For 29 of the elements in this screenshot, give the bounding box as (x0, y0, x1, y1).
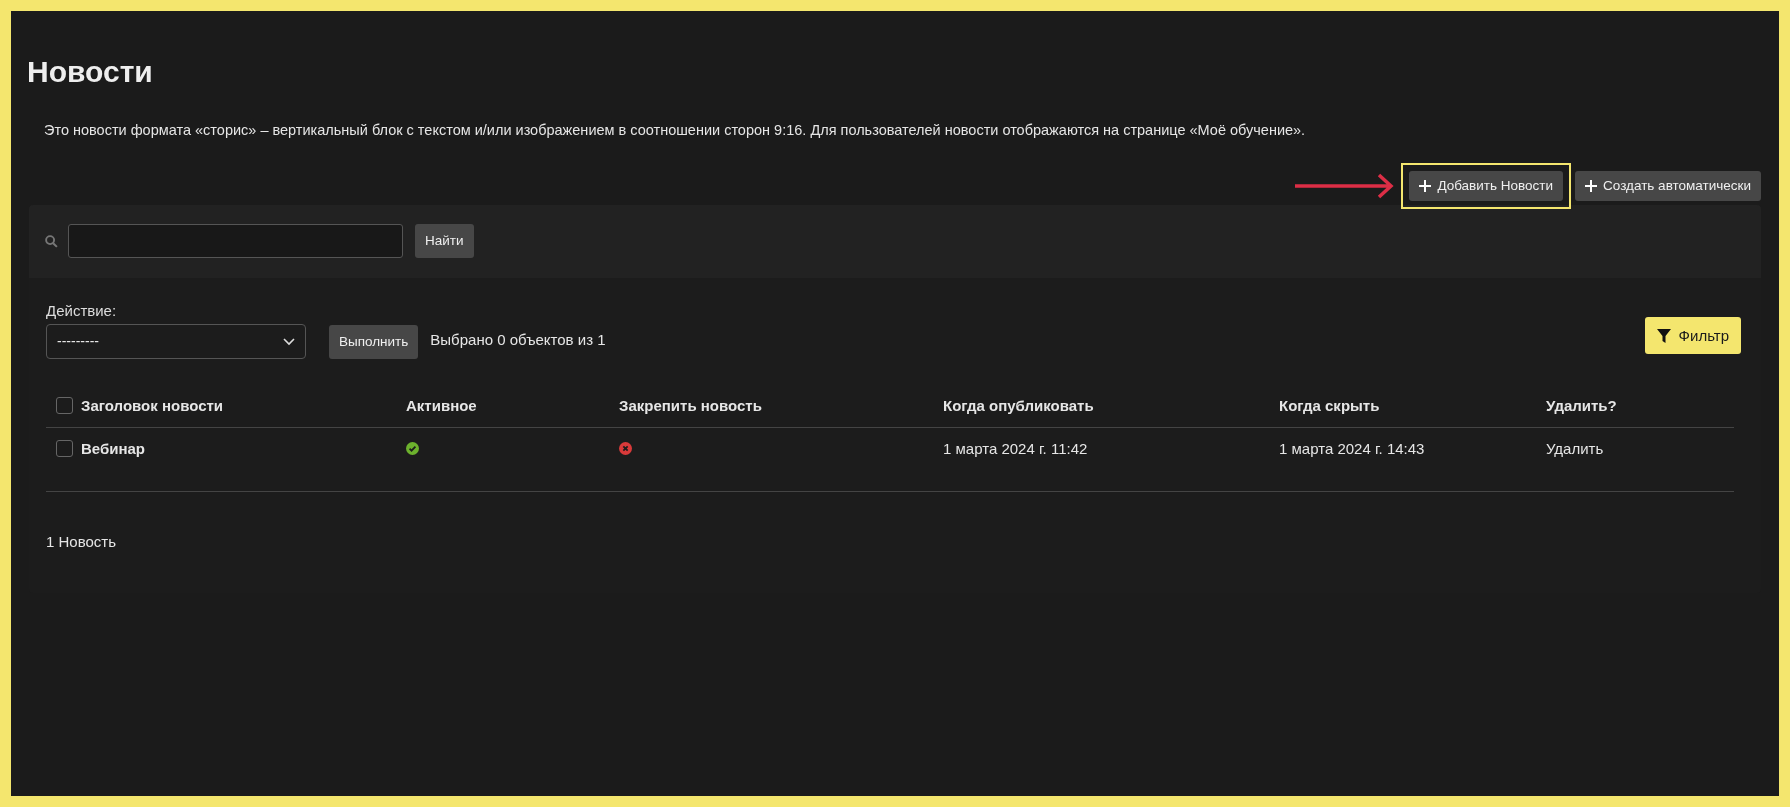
toolbar-button[interactable]: Создать автоматически (1575, 170, 1761, 201)
checkbox[interactable] (56, 397, 73, 415)
delete-link[interactable]: Удалить (1546, 439, 1604, 457)
table-cell: 1 марта 2024 г. 14:43 (1279, 439, 1425, 457)
column-header: Когда опубликовать (943, 396, 1094, 414)
plus-icon (1585, 179, 1598, 192)
item-count: 1 Новость (46, 532, 117, 553)
page-title: Новости (27, 57, 154, 87)
search-icon (45, 234, 58, 248)
search-button[interactable]: Найти (415, 224, 474, 259)
column-header: Удалить? (1546, 396, 1617, 414)
column-header: Заголовок новости (81, 396, 224, 414)
table-cell: 1 марта 2024 г. 11:42 (943, 439, 1088, 457)
run-button[interactable]: Выполнить (329, 325, 419, 360)
column-header: Активное (406, 396, 477, 414)
filter-button[interactable]: Фильтр (1644, 317, 1741, 355)
search-field[interactable] (68, 224, 403, 259)
toolbar-button[interactable]: Добавить Новости (1409, 170, 1564, 201)
news-title-link[interactable]: Вебинар (81, 439, 146, 457)
page-description: Это новости формата «сторис» – вертикальный блок с текстом и/или изображением в соотношении сторон 9:16. Для пользователей новости отображаются на странице «Моё обучение». (44, 121, 1307, 140)
action-label: Действие: (46, 300, 118, 321)
plus-icon (1419, 179, 1432, 192)
selection-count: Выбрано 0 объектов из 1 (430, 329, 606, 350)
funnel-icon (1656, 328, 1671, 343)
column-header: Когда скрыть (1279, 396, 1380, 414)
column-header: Закрепить новость (619, 396, 762, 414)
chevron-down-icon (283, 337, 295, 346)
checkbox[interactable] (56, 440, 73, 458)
action-select[interactable]: --------- (46, 324, 306, 360)
